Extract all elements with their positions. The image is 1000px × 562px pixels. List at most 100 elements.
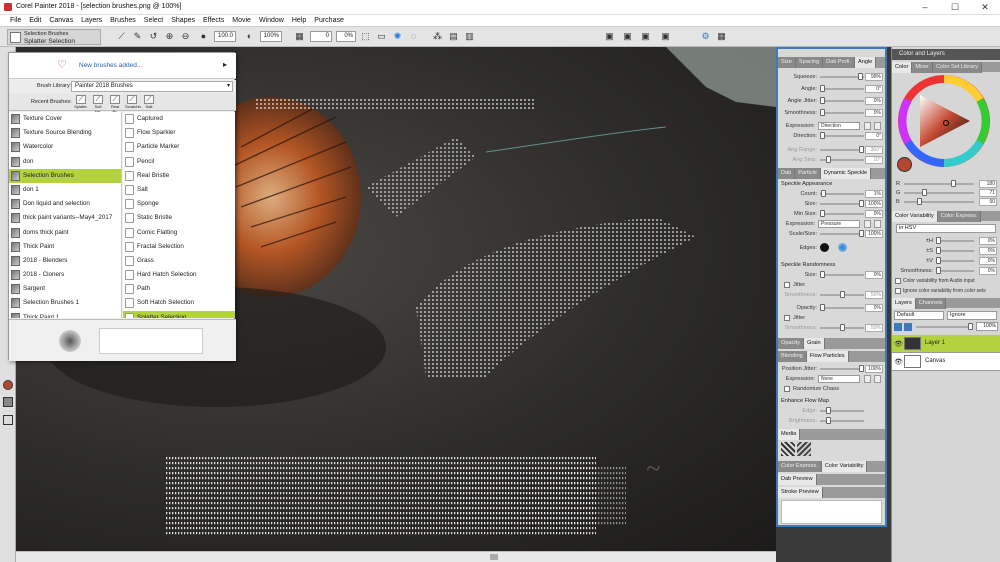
tab-color-variability[interactable]: Color Variability <box>821 461 868 472</box>
position-jitter-slider[interactable] <box>820 365 864 372</box>
brush-variant-item[interactable]: Flow Sparkler <box>123 126 235 140</box>
eye-icon[interactable]: 👁 <box>894 340 903 348</box>
variability-value[interactable]: 0% <box>979 247 997 255</box>
layer-opacity-value[interactable]: 100% <box>976 322 998 331</box>
jitter-checkbox[interactable] <box>784 282 790 288</box>
slider-track[interactable] <box>820 210 864 217</box>
current-color-swatch[interactable] <box>897 157 912 172</box>
tab-blending[interactable]: Blending <box>778 351 807 362</box>
invert-icon[interactable] <box>864 122 871 130</box>
tab-grain[interactable]: Grain <box>803 338 825 349</box>
smoothness-value[interactable]: 50% <box>865 291 883 299</box>
scale-slider[interactable] <box>820 230 864 237</box>
tab-spacing[interactable]: Spacing <box>795 57 824 68</box>
recent-brush-4[interactable]: ⟋ Scratchb. <box>125 95 142 110</box>
slider-track[interactable] <box>820 190 864 197</box>
paper-icon[interactable] <box>3 397 13 407</box>
brightness-slider[interactable] <box>820 417 864 424</box>
slider-knob[interactable] <box>936 267 941 274</box>
rgb-value[interactable]: 180 <box>979 180 997 188</box>
crop-icon[interactable]: ⬚ <box>360 31 371 42</box>
palette-d-icon[interactable]: ▣ <box>660 31 671 42</box>
slider-knob[interactable] <box>826 417 831 424</box>
tab-dab-preview[interactable]: Dab Preview <box>778 474 817 485</box>
variability-value[interactable]: 0% <box>979 237 997 245</box>
ang-range-value[interactable]: 360° <box>865 146 883 154</box>
tab-layers[interactable]: Layers <box>892 298 916 309</box>
variability-slider[interactable] <box>936 237 974 244</box>
hard-edge-icon[interactable] <box>820 243 829 252</box>
brush-selector-button[interactable]: Selection Brushes Splatter Selection <box>7 29 101 45</box>
layer-pick-icon[interactable] <box>904 323 912 331</box>
brush-variant-item[interactable]: Path <box>123 282 235 296</box>
paper-texture-icon[interactable] <box>781 442 795 456</box>
opacity-slider[interactable] <box>820 304 864 311</box>
variability-slider[interactable] <box>936 257 974 264</box>
menu-purchase[interactable]: Purchase <box>310 15 348 27</box>
menu-window[interactable]: Window <box>255 15 288 27</box>
slider-knob[interactable] <box>917 198 922 205</box>
brush-variant-item[interactable]: Hard Hatch Selection <box>123 268 235 282</box>
angle-field[interactable]: 0 <box>310 31 332 42</box>
tab-dab[interactable]: Dab <box>778 168 796 179</box>
expression-dropdown[interactable]: Direction <box>818 122 860 130</box>
tab-size[interactable]: Size <box>778 57 796 68</box>
brush-variant-item[interactable]: Static Bristle <box>123 211 235 225</box>
brush-category-item[interactable]: Thick Paint 1 <box>9 311 121 318</box>
variability-slider[interactable] <box>936 247 974 254</box>
slider-track[interactable] <box>820 200 864 207</box>
tab-color-express[interactable]: Color Express. <box>778 461 822 472</box>
palette-b-icon[interactable]: ▣ <box>622 31 633 42</box>
enhanced-brush-icon[interactable]: ▥ <box>464 31 475 42</box>
pattern-swatch-icon[interactable] <box>3 415 13 425</box>
brush-category-item[interactable]: Watercolor <box>9 140 121 154</box>
brush-variant-item[interactable]: Soft Hatch Selection <box>123 296 235 310</box>
brush-variant-item[interactable]: Splatter Selection <box>123 310 235 318</box>
settings-icon[interactable] <box>874 220 881 228</box>
brush-category-item[interactable]: Thick Paint <box>9 240 121 254</box>
ang-step-value[interactable]: 10° <box>865 156 883 164</box>
slider-value[interactable]: 0% <box>865 109 883 117</box>
slider-knob[interactable] <box>826 156 831 163</box>
layer-lock-icon[interactable] <box>894 323 902 331</box>
rgb-slider[interactable] <box>904 189 974 196</box>
slider-value[interactable]: 99% <box>865 73 883 81</box>
tab-dab-profile[interactable]: Dab Profi. <box>823 57 855 68</box>
slider-knob[interactable] <box>859 230 864 237</box>
ang-step-slider[interactable] <box>820 156 864 163</box>
preserve-dropdown[interactable]: Ignore <box>947 311 997 320</box>
slider-knob[interactable] <box>859 200 864 207</box>
recent-brush-5[interactable]: ⟋ Salt <box>142 95 156 110</box>
brush-category-item[interactable]: thick paint variants--May4_2017 <box>9 211 121 225</box>
settings-icon[interactable] <box>874 375 881 383</box>
jitter2-checkbox[interactable] <box>784 315 790 321</box>
scroll-thumb[interactable] <box>490 554 498 560</box>
menu-select[interactable]: Select <box>140 15 167 27</box>
slider-knob[interactable] <box>936 257 941 264</box>
slider-knob[interactable] <box>820 271 825 278</box>
brush-category-item[interactable]: doms thick paint <box>9 226 121 240</box>
expression-dropdown[interactable]: Pressure <box>818 220 860 228</box>
slider-value[interactable]: 1% <box>865 190 883 198</box>
direction-slider[interactable] <box>820 132 864 139</box>
slider-knob[interactable] <box>859 365 864 372</box>
rand-size-value[interactable]: 0% <box>865 271 883 279</box>
flow-map-icon[interactable] <box>797 442 811 456</box>
position-jitter-value[interactable]: 100% <box>865 365 883 373</box>
variability-mode-dropdown[interactable]: in HSV <box>896 224 996 233</box>
tab-dynamic-speckle[interactable]: Dynamic Speckle <box>820 168 872 179</box>
recent-brush-3[interactable]: ⟋Real Br. <box>108 95 122 114</box>
slider-track[interactable] <box>820 109 864 116</box>
slider-value[interactable]: 0° <box>865 85 883 93</box>
transform-icon[interactable]: ▭ <box>376 31 387 42</box>
slider-knob[interactable] <box>936 237 941 244</box>
smoothness-slider[interactable] <box>820 291 864 298</box>
stroke-icon[interactable]: ⁂ <box>432 31 443 42</box>
slider-knob[interactable] <box>826 407 831 414</box>
tab-flow-particles[interactable]: Flow Particles <box>806 351 849 362</box>
tab-media[interactable]: Media <box>778 429 801 440</box>
add-icon[interactable]: ⊕ <box>164 31 175 42</box>
subtract-icon[interactable]: ⊖ <box>180 31 191 42</box>
percent-field[interactable]: 0% <box>336 31 356 42</box>
brush-category-item[interactable]: Texture Source Blending <box>9 126 121 140</box>
